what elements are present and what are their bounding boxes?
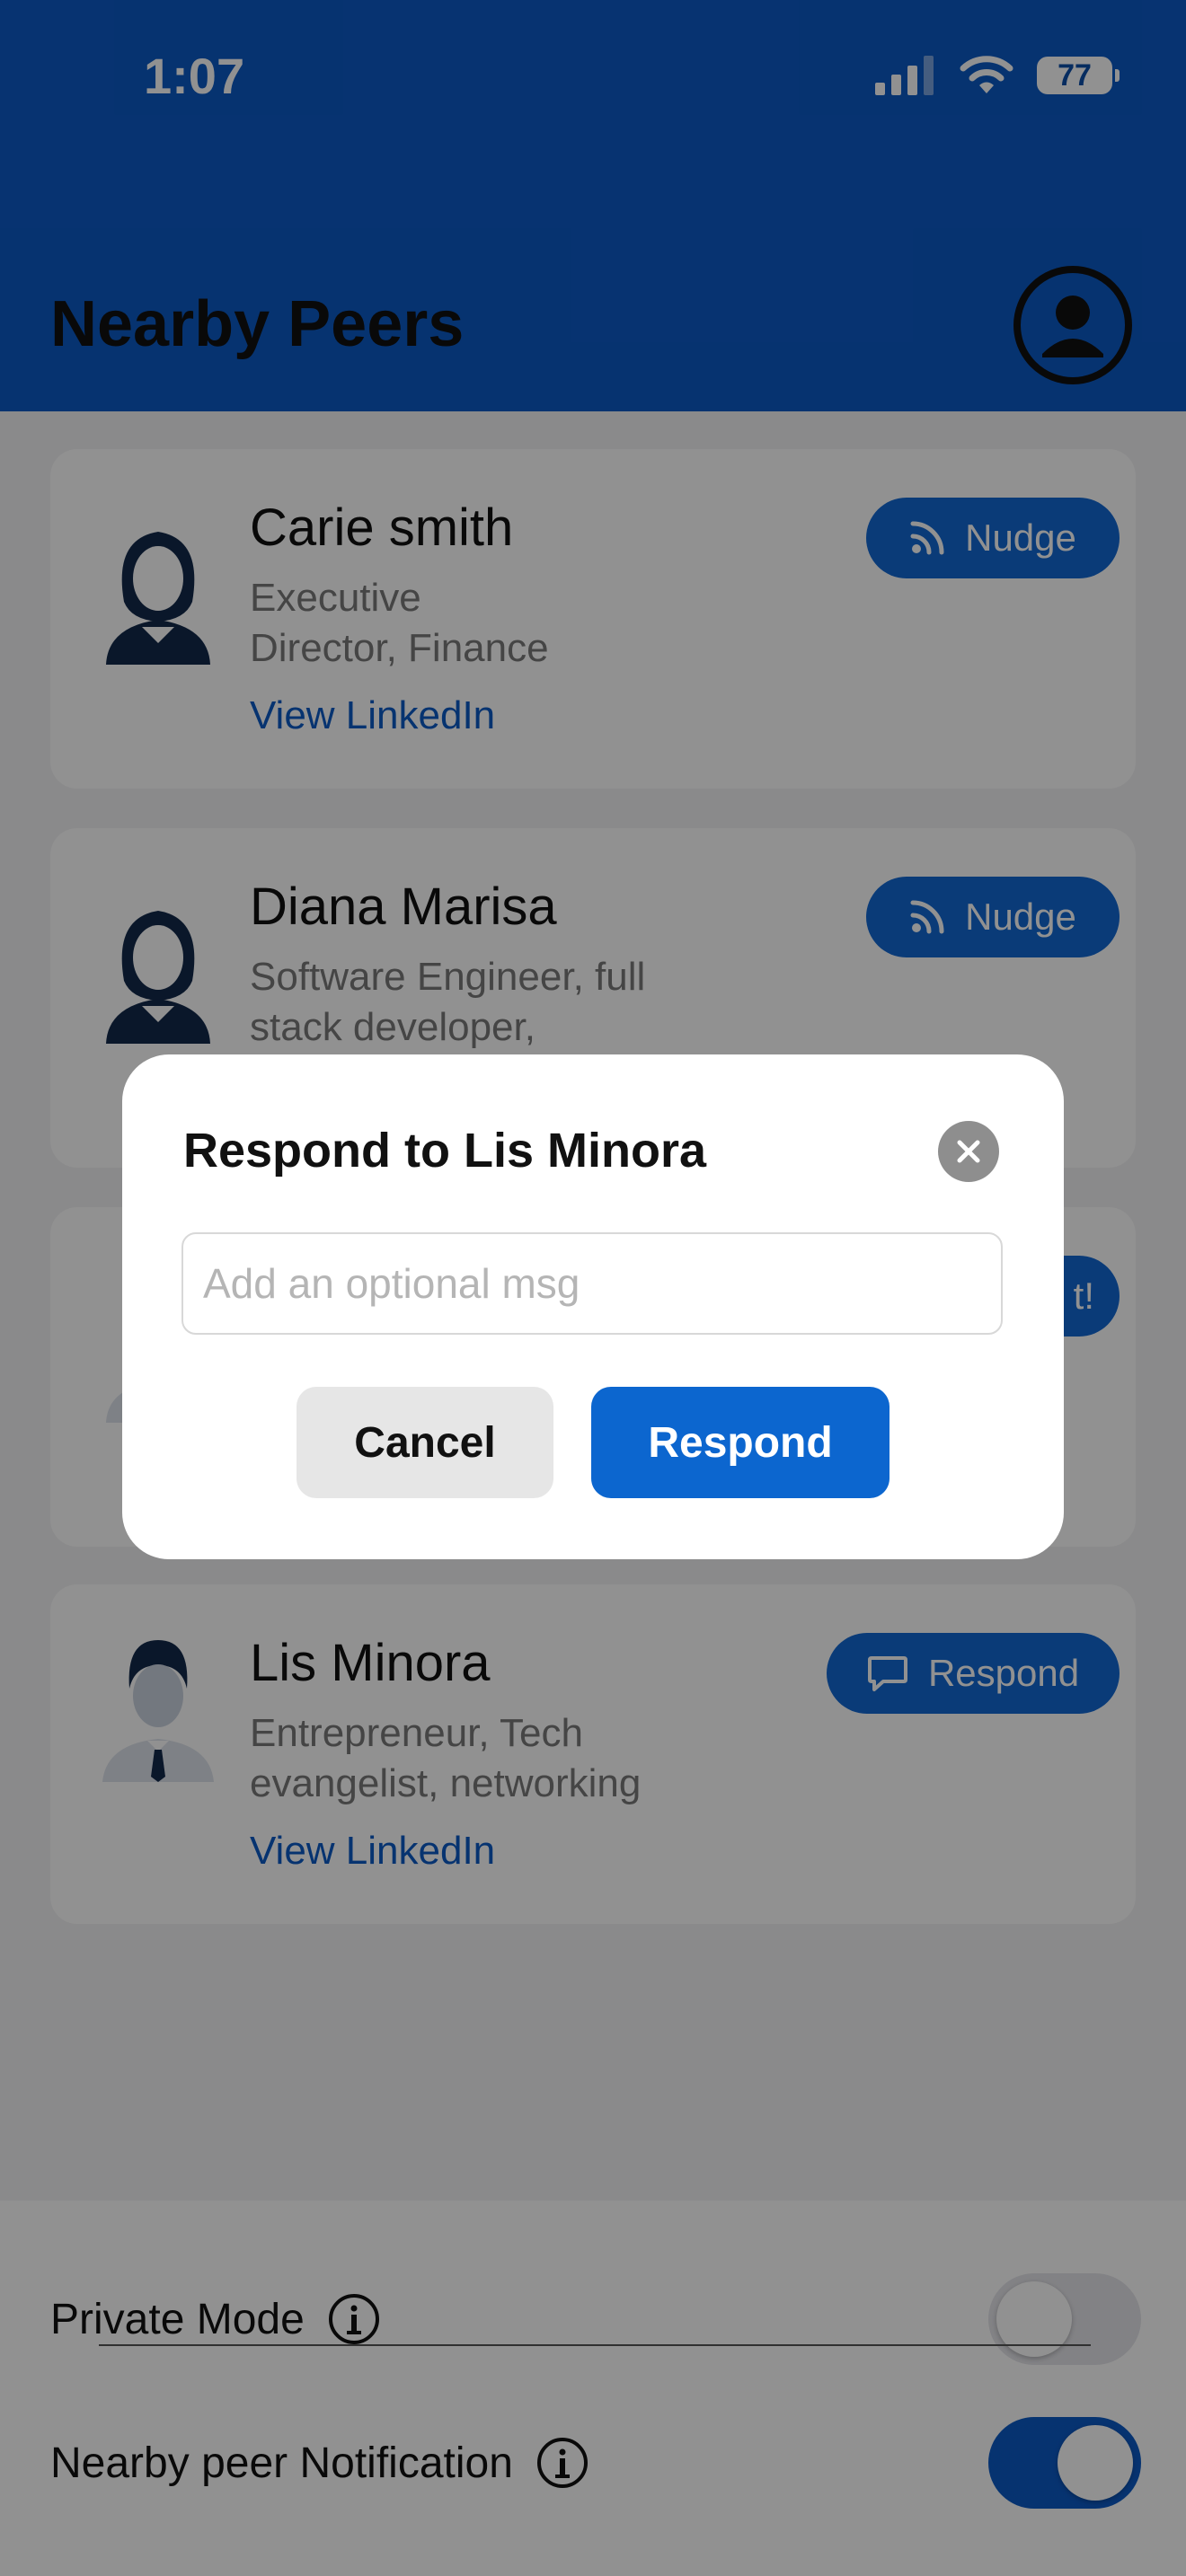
respond-modal: Respond to Lis Minora Cancel Respond	[122, 1054, 1064, 1559]
close-icon	[957, 1140, 980, 1163]
close-button[interactable]	[938, 1121, 999, 1182]
optional-message-input[interactable]	[181, 1232, 1003, 1335]
respond-submit-button[interactable]: Respond	[591, 1387, 890, 1498]
cancel-button[interactable]: Cancel	[296, 1387, 553, 1498]
app-screen: 1:07 77 Nearby Peers Carie smith Executi…	[0, 0, 1186, 2576]
modal-title: Respond to Lis Minora	[183, 1124, 707, 1178]
